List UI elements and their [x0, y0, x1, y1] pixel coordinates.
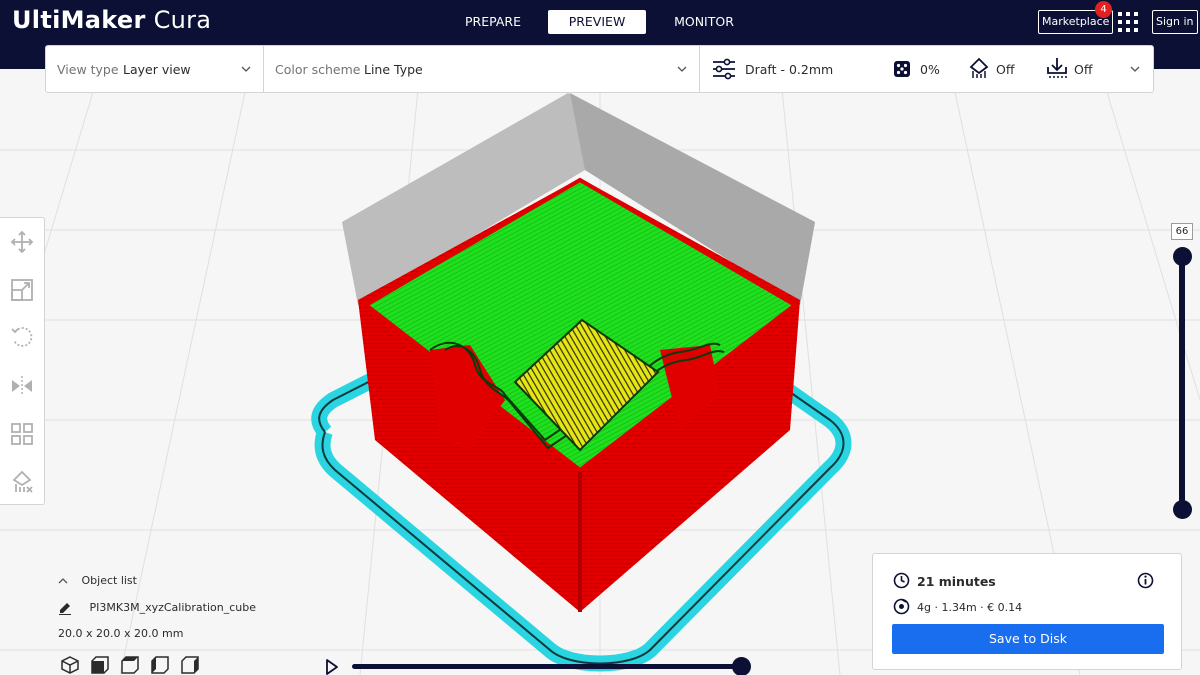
right-view-icon[interactable]: [180, 655, 200, 675]
view-type-value: Layer view: [123, 62, 191, 77]
app-logo: UltiMaker Cura: [12, 6, 211, 34]
grid-apps-icon[interactable]: [1117, 11, 1139, 33]
view-toolbar: View type Layer view Color scheme Line T…: [45, 45, 1154, 93]
sign-in-button[interactable]: Sign in: [1152, 10, 1198, 34]
support-blocker-icon[interactable]: [10, 470, 34, 494]
layer-slider-track[interactable]: [1179, 256, 1185, 510]
print-time: 21 minutes: [917, 574, 996, 589]
marketplace-badge: 4: [1095, 1, 1112, 18]
clock-icon: [893, 572, 910, 589]
rotate-tool-icon[interactable]: [10, 326, 34, 350]
adhesion-icon: [1047, 58, 1067, 78]
profile-value: Draft - 0.2mm: [745, 62, 834, 77]
object-dimensions: 20.0 x 20.0 x 20.0 mm: [58, 627, 184, 640]
object-list-title: Object list: [81, 574, 137, 587]
tab-preview[interactable]: PREVIEW: [548, 10, 646, 34]
object-list-toggle[interactable]: Object list: [58, 574, 137, 587]
camera-view-buttons: [60, 655, 210, 675]
play-icon[interactable]: [325, 659, 339, 675]
left-view-icon[interactable]: [150, 655, 170, 675]
print-info-panel: 21 minutes 4g · 1.34m · € 0.14 Save to D…: [872, 553, 1182, 670]
tab-prepare[interactable]: PREPARE: [448, 10, 538, 34]
logo-bold: UltiMaker: [12, 6, 146, 34]
infill-value: 0%: [920, 62, 940, 77]
logo-light: Cura: [153, 6, 212, 34]
layer-slider-top-handle[interactable]: [1173, 247, 1192, 266]
chevron-up-icon: [58, 578, 68, 584]
print-material: 4g · 1.34m · € 0.14: [917, 601, 1023, 614]
info-icon[interactable]: [1137, 572, 1154, 589]
tab-monitor[interactable]: MONITOR: [656, 10, 752, 34]
3d-view-icon[interactable]: [60, 655, 80, 675]
support-value: Off: [996, 62, 1015, 77]
per-model-settings-icon[interactable]: [10, 422, 34, 446]
scale-tool-icon[interactable]: [10, 278, 34, 302]
layer-slider-bottom-handle[interactable]: [1173, 500, 1192, 519]
current-layer-input[interactable]: 66: [1171, 223, 1193, 240]
mirror-tool-icon[interactable]: [10, 374, 34, 398]
path-slider-handle[interactable]: [732, 657, 751, 675]
front-view-icon[interactable]: [90, 655, 110, 675]
sliders-icon: [713, 58, 735, 80]
view-type-label: View type: [57, 62, 119, 77]
color-scheme-value: Line Type: [364, 62, 423, 77]
tool-panel: [0, 217, 45, 505]
chevron-down-icon: [677, 66, 687, 72]
spool-icon: [893, 598, 910, 615]
top-view-icon[interactable]: [120, 655, 140, 675]
color-scheme-dropdown[interactable]: Color scheme Line Type: [264, 46, 699, 92]
view-type-dropdown[interactable]: View type Layer view: [46, 46, 263, 92]
color-scheme-label: Color scheme: [275, 62, 361, 77]
path-slider-track[interactable]: [352, 664, 742, 669]
move-tool-icon[interactable]: [10, 230, 34, 254]
support-icon: [969, 57, 989, 78]
save-to-disk-button[interactable]: Save to Disk: [892, 624, 1164, 654]
chevron-down-icon: [1130, 66, 1140, 72]
pencil-icon: [59, 603, 71, 615]
print-settings-dropdown[interactable]: Draft - 0.2mm 0% Off Off: [700, 46, 1154, 92]
object-list-item[interactable]: PI3MK3M_xyzCalibration_cube: [58, 601, 256, 615]
object-name: PI3MK3M_xyzCalibration_cube: [89, 601, 256, 614]
infill-icon: [894, 61, 910, 77]
chevron-down-icon: [241, 66, 251, 72]
adhesion-value: Off: [1074, 62, 1093, 77]
